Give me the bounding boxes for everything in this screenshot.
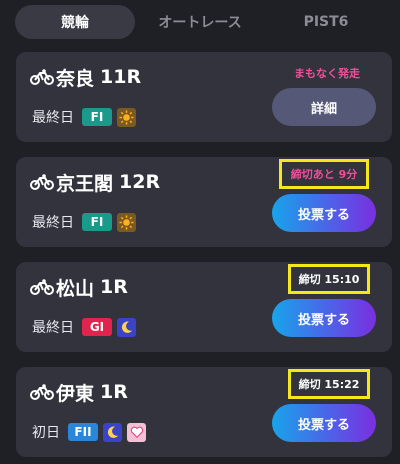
grade-badge: FII bbox=[68, 423, 98, 441]
race-number: 11R bbox=[100, 66, 142, 88]
sun-icon bbox=[117, 107, 136, 127]
category-tabs: 競輪 オートレース PIST6 bbox=[15, 5, 387, 39]
race-card-nara[interactable]: 奈良 11R まもなく発走 最終日 FI 詳細 bbox=[16, 52, 392, 142]
race-number: 12R bbox=[119, 171, 161, 193]
grade-badge: GI bbox=[82, 318, 112, 336]
bicycle-icon bbox=[30, 279, 54, 295]
bicycle-icon bbox=[30, 174, 54, 190]
heart-icon bbox=[127, 422, 146, 442]
venue-name: 奈良 bbox=[56, 67, 95, 90]
status-text: まもなく発走 bbox=[294, 67, 360, 80]
race-title: 奈良 11R bbox=[30, 64, 141, 90]
venue-name: 松山 bbox=[56, 277, 95, 300]
race-meta: 初日 FII bbox=[32, 422, 151, 442]
vote-button[interactable]: 投票する bbox=[272, 404, 376, 442]
vote-button[interactable]: 投票する bbox=[272, 299, 376, 337]
grade-badge: FI bbox=[82, 108, 112, 126]
day-label: 初日 bbox=[32, 425, 60, 441]
grade-badge: FI bbox=[82, 213, 112, 231]
race-title: 京王閣 12R bbox=[30, 169, 160, 195]
race-meta: 最終日 GI bbox=[32, 317, 141, 337]
venue-name: 伊東 bbox=[56, 382, 95, 405]
race-number: 1R bbox=[100, 381, 128, 403]
bicycle-icon bbox=[30, 69, 54, 85]
tab-autorace[interactable]: オートレース bbox=[135, 5, 265, 39]
tab-pist6[interactable]: PIST6 bbox=[265, 5, 387, 39]
race-number: 1R bbox=[100, 276, 128, 298]
race-card-matsuyama[interactable]: 松山 1R 締切 15:10 最終日 GI 投票する bbox=[16, 262, 392, 352]
sun-icon bbox=[117, 212, 136, 232]
tab-keirin[interactable]: 競輪 bbox=[15, 5, 135, 39]
race-title: 伊東 1R bbox=[30, 379, 128, 405]
race-meta: 最終日 FI bbox=[32, 212, 141, 232]
race-meta: 最終日 FI bbox=[32, 107, 141, 127]
race-card-keiokaku[interactable]: 京王閣 12R 締切あと 9分 最終日 FI 投票する bbox=[16, 157, 392, 247]
day-label: 最終日 bbox=[32, 215, 74, 231]
deadline-time: 締切 15:10 bbox=[288, 264, 370, 294]
deadline-countdown: 締切あと 9分 bbox=[279, 159, 369, 189]
race-card-ito[interactable]: 伊東 1R 締切 15:22 初日 FII 投票する bbox=[16, 367, 392, 457]
race-title: 松山 1R bbox=[30, 274, 128, 300]
bicycle-icon bbox=[30, 384, 54, 400]
vote-button[interactable]: 投票する bbox=[272, 194, 376, 232]
moon-icon bbox=[117, 317, 136, 337]
moon-icon bbox=[103, 422, 122, 442]
deadline-time: 締切 15:22 bbox=[288, 369, 370, 399]
day-label: 最終日 bbox=[32, 110, 74, 126]
detail-button[interactable]: 詳細 bbox=[272, 88, 376, 126]
day-label: 最終日 bbox=[32, 320, 74, 336]
venue-name: 京王閣 bbox=[56, 172, 114, 195]
